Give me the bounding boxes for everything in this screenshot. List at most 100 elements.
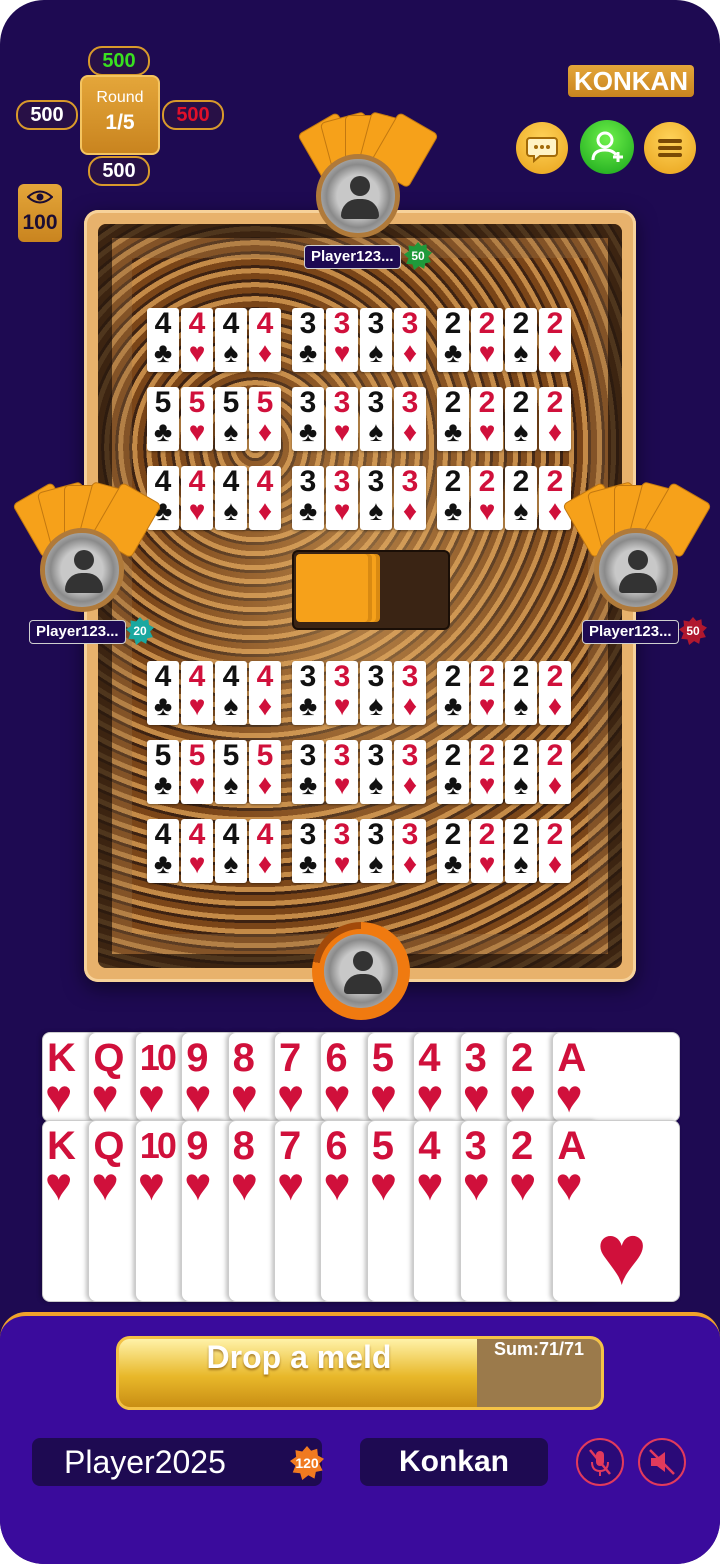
mic-toggle-button[interactable] (576, 1438, 624, 1486)
meld-group[interactable]: 3 ♣ 3 ♥ 3 ♠ 3 ♦ (292, 387, 426, 451)
meld-card[interactable]: 2 ♣ (437, 819, 469, 883)
meld-card[interactable]: 3 ♥ (326, 819, 358, 883)
meld-card[interactable]: 4 ♠ (215, 661, 247, 725)
meld-card[interactable]: 4 ♦ (249, 819, 281, 883)
chat-button[interactable] (516, 122, 568, 174)
meld-card[interactable]: 2 ♠ (505, 819, 537, 883)
meld-group[interactable]: 2 ♣ 2 ♥ 2 ♠ 2 ♦ (437, 308, 571, 372)
meld-card[interactable]: 4 ♦ (249, 466, 281, 530)
meld-group[interactable]: 2 ♣ 2 ♥ 2 ♠ 2 ♦ (437, 819, 571, 883)
meld-group[interactable]: 2 ♣ 2 ♥ 2 ♠ 2 ♦ (437, 466, 571, 530)
meld-card[interactable]: 4 ♣ (147, 308, 179, 372)
meld-card[interactable]: 2 ♥ (471, 740, 503, 804)
meld-card[interactable]: 4 ♠ (215, 466, 247, 530)
meld-card[interactable]: 3 ♦ (394, 819, 426, 883)
meld-card[interactable]: 2 ♥ (471, 308, 503, 372)
meld-group[interactable]: 4 ♣ 4 ♥ 4 ♠ 4 ♦ (147, 466, 281, 530)
meld-card[interactable]: 5 ♠ (215, 740, 247, 804)
meld-group[interactable]: 4 ♣ 4 ♥ 4 ♠ 4 ♦ (147, 819, 281, 883)
meld-card[interactable]: 3 ♠ (360, 308, 392, 372)
meld-card[interactable]: 3 ♥ (326, 740, 358, 804)
meld-card[interactable]: 3 ♦ (394, 740, 426, 804)
meld-card[interactable]: 3 ♣ (292, 661, 324, 725)
meld-group[interactable]: 4 ♣ 4 ♥ 4 ♠ 4 ♦ (147, 308, 281, 372)
meld-card[interactable]: 5 ♥ (181, 740, 213, 804)
meld-card[interactable]: 2 ♠ (505, 740, 537, 804)
meld-group[interactable]: 3 ♣ 3 ♥ 3 ♠ 3 ♦ (292, 466, 426, 530)
meld-card[interactable]: 3 ♣ (292, 466, 324, 530)
meld-card[interactable]: 5 ♣ (147, 387, 179, 451)
meld-card[interactable]: 2 ♦ (539, 661, 571, 725)
meld-card[interactable]: 2 ♦ (539, 819, 571, 883)
meld-card[interactable]: 3 ♥ (326, 308, 358, 372)
meld-group[interactable]: 5 ♣ 5 ♥ 5 ♠ 5 ♦ (147, 740, 281, 804)
sound-toggle-button[interactable] (638, 1438, 686, 1486)
meld-card[interactable]: 3 ♠ (360, 661, 392, 725)
meld-card[interactable]: 3 ♠ (360, 466, 392, 530)
meld-card[interactable]: 3 ♥ (326, 661, 358, 725)
draw-pile[interactable] (292, 550, 450, 630)
meld-card[interactable]: 3 ♣ (292, 308, 324, 372)
meld-group[interactable]: 2 ♣ 2 ♥ 2 ♠ 2 ♦ (437, 740, 571, 804)
opponent-top-avatar[interactable] (316, 154, 400, 238)
add-friend-button[interactable] (580, 120, 634, 174)
meld-group[interactable]: 3 ♣ 3 ♥ 3 ♠ 3 ♦ (292, 661, 426, 725)
meld-card[interactable]: 3 ♥ (326, 387, 358, 451)
meld-card[interactable]: 4 ♥ (181, 466, 213, 530)
drop-meld-button[interactable]: Drop a meld Sum:71/71 (116, 1336, 604, 1410)
meld-card[interactable]: 3 ♣ (292, 819, 324, 883)
meld-card[interactable]: 2 ♥ (471, 466, 503, 530)
meld-card[interactable]: 2 ♣ (437, 466, 469, 530)
meld-card[interactable]: 5 ♥ (181, 387, 213, 451)
meld-group[interactable]: 3 ♣ 3 ♥ 3 ♠ 3 ♦ (292, 819, 426, 883)
meld-card[interactable]: 2 ♠ (505, 387, 537, 451)
meld-card[interactable]: 5 ♦ (249, 740, 281, 804)
menu-button[interactable] (644, 122, 696, 174)
meld-card[interactable]: 3 ♠ (360, 740, 392, 804)
meld-card[interactable]: 4 ♦ (249, 661, 281, 725)
meld-card[interactable]: 2 ♣ (437, 661, 469, 725)
meld-card[interactable]: 4 ♥ (181, 308, 213, 372)
spectator-count[interactable]: 100 (18, 184, 62, 242)
meld-card[interactable]: 3 ♦ (394, 308, 426, 372)
meld-card[interactable]: 4 ♥ (181, 819, 213, 883)
opponent-left-avatar[interactable] (40, 528, 124, 612)
meld-card[interactable]: 5 ♦ (249, 387, 281, 451)
meld-card[interactable]: 4 ♣ (147, 819, 179, 883)
meld-card[interactable]: 3 ♦ (394, 387, 426, 451)
meld-card[interactable]: 5 ♠ (215, 387, 247, 451)
meld-card[interactable]: 2 ♣ (437, 308, 469, 372)
meld-card[interactable]: 4 ♠ (215, 308, 247, 372)
meld-card[interactable]: 2 ♦ (539, 387, 571, 451)
meld-card[interactable]: 2 ♣ (437, 387, 469, 451)
meld-card[interactable]: 2 ♥ (471, 819, 503, 883)
meld-card[interactable]: 3 ♣ (292, 740, 324, 804)
meld-group[interactable]: 3 ♣ 3 ♥ 3 ♠ 3 ♦ (292, 740, 426, 804)
meld-group[interactable]: 5 ♣ 5 ♥ 5 ♠ 5 ♦ (147, 387, 281, 451)
meld-card[interactable]: 3 ♠ (360, 819, 392, 883)
meld-card[interactable]: 2 ♥ (471, 661, 503, 725)
meld-group[interactable]: 2 ♣ 2 ♥ 2 ♠ 2 ♦ (437, 387, 571, 451)
meld-card[interactable]: 2 ♠ (505, 661, 537, 725)
meld-card[interactable]: 2 ♣ (437, 740, 469, 804)
meld-group[interactable]: 2 ♣ 2 ♥ 2 ♠ 2 ♦ (437, 661, 571, 725)
meld-card[interactable]: 5 ♣ (147, 740, 179, 804)
meld-card[interactable]: 2 ♠ (505, 466, 537, 530)
meld-card[interactable]: 3 ♠ (360, 387, 392, 451)
meld-card[interactable]: 2 ♥ (471, 387, 503, 451)
meld-card[interactable]: 3 ♣ (292, 387, 324, 451)
meld-card[interactable]: 3 ♥ (326, 466, 358, 530)
meld-card[interactable]: 3 ♦ (394, 466, 426, 530)
opponent-right-avatar[interactable] (594, 528, 678, 612)
hand-card[interactable]: A ♥ (552, 1032, 681, 1122)
meld-card[interactable]: 2 ♦ (539, 308, 571, 372)
meld-card[interactable]: 4 ♠ (215, 819, 247, 883)
meld-card[interactable]: 2 ♦ (539, 740, 571, 804)
player-avatar[interactable] (319, 929, 403, 1013)
meld-card[interactable]: 2 ♠ (505, 308, 537, 372)
meld-card[interactable]: 4 ♥ (181, 661, 213, 725)
meld-card[interactable]: 4 ♣ (147, 661, 179, 725)
meld-card[interactable]: 3 ♦ (394, 661, 426, 725)
meld-group[interactable]: 4 ♣ 4 ♥ 4 ♠ 4 ♦ (147, 661, 281, 725)
meld-card[interactable]: 4 ♦ (249, 308, 281, 372)
